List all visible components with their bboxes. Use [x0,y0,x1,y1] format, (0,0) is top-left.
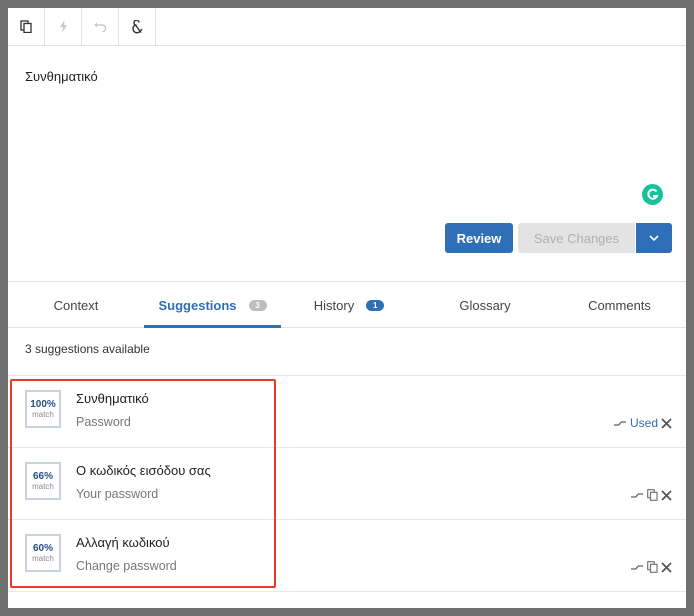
copy-icon [20,20,32,33]
used-link[interactable]: Used [630,416,658,430]
suggestions-count-text: 3 suggestions available [25,342,150,356]
special-chars-button[interactable] [119,8,156,45]
match-score-badge: 100% match [25,390,61,428]
quick-action-button[interactable] [45,8,82,45]
active-tab-indicator [144,325,281,328]
tab-history[interactable]: History 1 [281,282,417,328]
review-button[interactable]: Review [445,223,513,253]
grammarly-icon[interactable] [642,184,663,205]
chevron-down-icon [649,235,659,241]
tab-label: Glossary [459,297,511,313]
tab-glossary[interactable]: Glossary [417,282,553,328]
suggestions-count-badge: 3 [248,299,267,311]
close-icon[interactable] [661,417,672,429]
suggestion-source-text: Password [76,415,131,429]
tab-label: History [313,297,355,313]
suggestion-actions: Used [613,415,672,431]
suggestion-actions [631,487,672,503]
special-chars-icon [132,19,143,33]
diff-icon[interactable] [631,491,644,500]
translation-editor-text[interactable]: Συνθηματικό [25,69,98,84]
diff-icon[interactable] [613,419,627,428]
match-label: match [32,482,54,491]
suggestion-target-text: Ο κωδικός εισόδου σας [76,463,211,478]
match-label: match [32,410,54,419]
suggestion-source-text: Change password [76,559,177,573]
match-percent: 60% [32,543,53,554]
tab-label: Context [53,297,99,313]
close-icon[interactable] [661,561,672,573]
editor-toolbar [8,8,686,46]
tab-label: Comments [588,297,651,313]
tab-context[interactable]: Context [8,282,144,328]
match-percent: 66% [32,471,53,482]
suggestions-list: 100% match Συνθηματικό Password Used 66% [8,375,686,592]
suggestion-source-text: Your password [76,487,159,501]
undo-icon [94,22,107,32]
suggestion-target-text: Αλλαγή κωδικού [76,535,170,550]
translation-panel: Συνθηματικό Review Save Changes Context … [8,8,686,608]
suggestion-target-text: Συνθηματικό [76,391,149,406]
suggestion-row[interactable]: 66% match Ο κωδικός εισόδου σας Your pas… [8,448,686,520]
undo-button[interactable] [82,8,119,45]
history-count-badge: 1 [366,299,385,311]
tab-bar: Context Suggestions 3 History 1 Glossary… [8,281,686,328]
lightning-icon [59,20,67,33]
suggestion-row[interactable]: 60% match Αλλαγή κωδικού Change password [8,520,686,592]
tab-label: Suggestions [158,297,237,313]
tab-comments[interactable]: Comments [553,282,686,328]
copy-icon[interactable] [647,489,658,501]
copy-source-button[interactable] [8,8,45,45]
match-score-badge: 66% match [25,462,61,500]
tab-suggestions[interactable]: Suggestions 3 [144,282,281,328]
diff-icon[interactable] [631,563,644,572]
save-options-dropdown[interactable] [636,223,672,253]
match-percent: 100% [30,399,56,410]
save-changes-button[interactable]: Save Changes [518,223,635,253]
close-icon[interactable] [661,489,672,501]
suggestion-row[interactable]: 100% match Συνθηματικό Password Used [8,376,686,448]
copy-icon[interactable] [647,561,658,573]
match-label: match [32,554,54,563]
match-score-badge: 60% match [25,534,61,572]
suggestion-actions [631,559,672,575]
